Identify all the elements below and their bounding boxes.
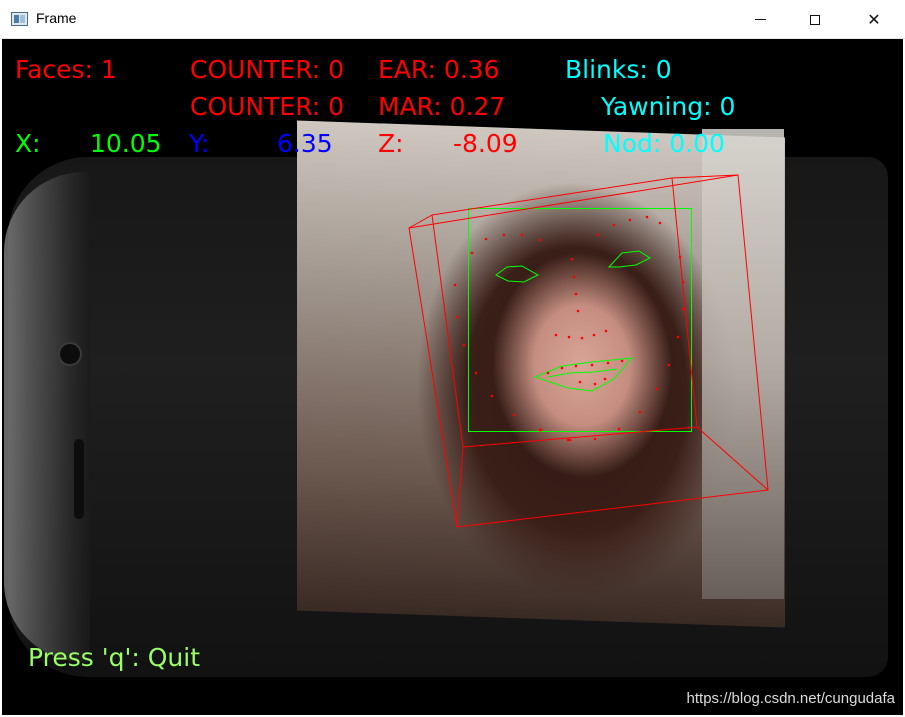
window-title: Frame: [36, 10, 77, 26]
blinks-count: Blinks: 0: [565, 55, 672, 84]
minimize-button[interactable]: [737, 0, 783, 39]
app-icon: [11, 12, 28, 26]
faces-count: Faces: 1: [15, 55, 117, 84]
close-icon: ✕: [867, 10, 881, 29]
mar-counter: COUNTER: 0: [190, 92, 345, 121]
y-value: 6.35: [277, 129, 333, 158]
ear-counter: COUNTER: 0: [190, 55, 345, 84]
watermark: https://blog.csdn.net/cungudafa: [686, 690, 895, 707]
maximize-icon: [810, 14, 820, 25]
mar-value: MAR: 0.27: [378, 92, 506, 121]
x-label: X:: [15, 129, 41, 158]
facial-landmarks: [453, 215, 685, 442]
window-titlebar[interactable]: Frame ✕: [0, 0, 905, 39]
ear-value: EAR: 0.36: [378, 55, 500, 84]
x-value: 10.05: [90, 129, 162, 158]
head-pose-cube: [408, 174, 769, 528]
video-frame: Faces: 1 COUNTER: 0 EAR: 0.36 Blinks: 0 …: [2, 39, 903, 715]
nod-value: Nod: 0.00: [603, 129, 725, 158]
maximize-button[interactable]: [792, 0, 838, 39]
mouth-contour: [533, 357, 634, 392]
z-value: -8.09: [453, 129, 518, 158]
minimize-icon: [754, 19, 766, 20]
y-label: Y:: [189, 129, 210, 158]
close-button[interactable]: ✕: [851, 0, 897, 39]
yawning-count: Yawning: 0: [601, 92, 736, 121]
z-label: Z:: [378, 129, 404, 158]
quit-hint: Press 'q': Quit: [28, 643, 200, 672]
